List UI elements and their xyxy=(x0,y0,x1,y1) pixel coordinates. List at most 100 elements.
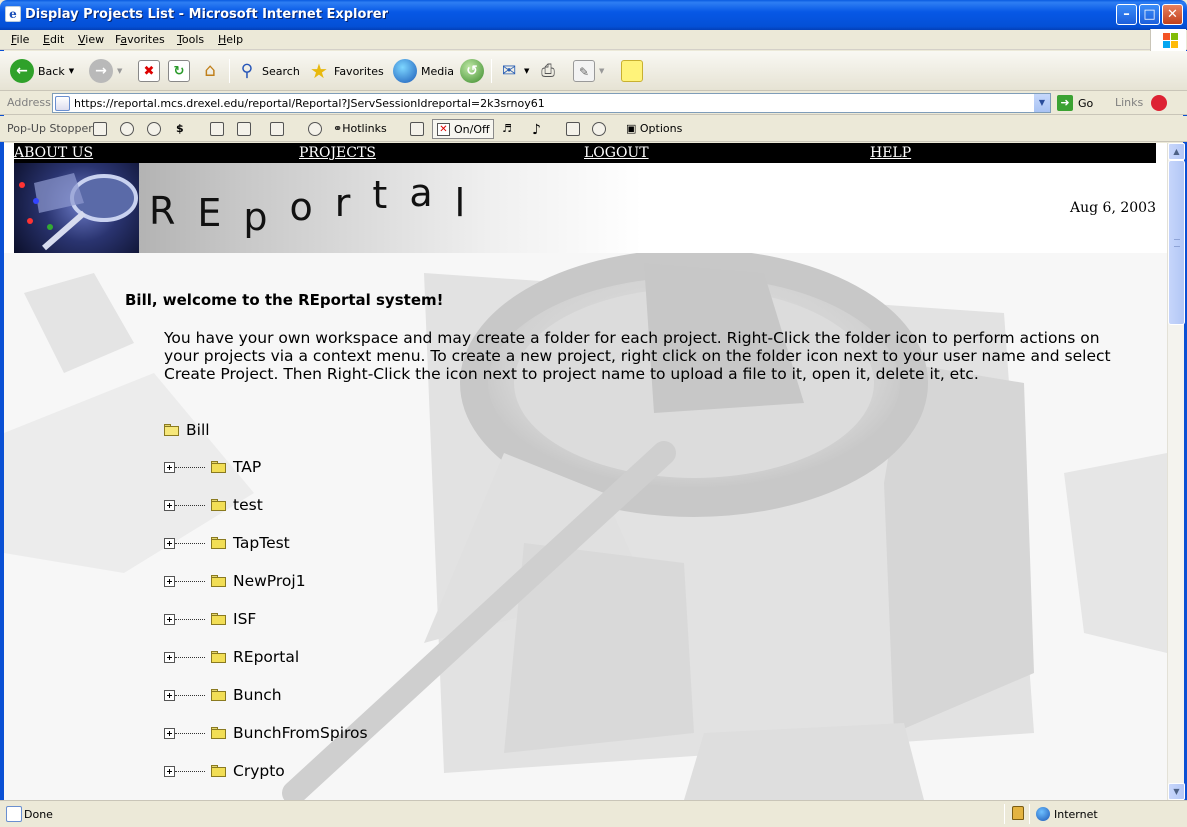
popup-onoff-toggle[interactable]: ✕ On/Off xyxy=(432,119,494,139)
menu-view[interactable]: View xyxy=(78,33,104,46)
nav-projects-link[interactable]: PROJECTS xyxy=(299,145,376,161)
menu-favorites[interactable]: Favorites xyxy=(115,33,165,46)
project-item[interactable]: test xyxy=(164,496,263,514)
back-button[interactable]: ← Back ▼ xyxy=(10,58,74,84)
project-folder-icon[interactable] xyxy=(211,537,226,549)
project-folder-icon[interactable] xyxy=(211,575,226,587)
welcome-heading: Bill, welcome to the REportal system! xyxy=(125,291,444,309)
links-toolbar-icon[interactable] xyxy=(1151,95,1167,111)
scroll-thumb[interactable] xyxy=(1168,160,1185,325)
window-icon[interactable] xyxy=(270,122,284,136)
project-item[interactable]: TapTest xyxy=(164,534,290,552)
nav-logout-link[interactable]: LOGOUT xyxy=(584,145,649,161)
project-folder-icon[interactable] xyxy=(211,461,226,473)
tree-connector xyxy=(175,732,205,734)
smile-icon[interactable] xyxy=(147,122,161,136)
project-folder-icon[interactable] xyxy=(211,689,226,701)
expand-plus-icon[interactable] xyxy=(164,575,175,587)
address-input[interactable]: https://reportal.mcs.drexel.edu/reportal… xyxy=(52,93,1051,113)
refresh-button[interactable]: ↻ xyxy=(168,58,190,84)
nav-help-link[interactable]: HELP xyxy=(870,145,911,161)
project-item[interactable]: NewProj1 xyxy=(164,572,306,590)
edit-dropdown-icon[interactable]: ▼ xyxy=(599,67,604,75)
hotlinks-button[interactable]: ⚭Hotlinks xyxy=(333,122,387,135)
back-dropdown-icon[interactable]: ▼ xyxy=(69,67,74,75)
address-dropdown-icon[interactable]: ▼ xyxy=(1033,94,1050,112)
print-icon: ⎙ xyxy=(541,61,555,81)
nav-about-us-link[interactable]: ABOUT US xyxy=(14,145,93,161)
project-item[interactable]: ISF xyxy=(164,610,256,628)
expand-plus-icon[interactable] xyxy=(164,461,175,473)
scroll-up-arrow-icon[interactable]: ▲ xyxy=(1168,143,1185,160)
edit-button[interactable]: ✎ ▼ xyxy=(573,58,604,84)
forward-dropdown-icon[interactable]: ▼ xyxy=(117,67,122,75)
go-arrow-icon: ➜ xyxy=(1057,95,1073,111)
mail-button[interactable]: ✉ ▼ xyxy=(498,58,530,84)
close-button[interactable]: ✕ xyxy=(1162,4,1183,25)
cart-icon[interactable] xyxy=(210,122,224,136)
project-folder-icon[interactable] xyxy=(211,765,226,777)
expand-plus-icon[interactable] xyxy=(164,651,175,663)
folder-open-icon[interactable] xyxy=(164,424,179,436)
project-folder-icon[interactable] xyxy=(211,727,226,739)
options-button[interactable]: ▣ Options xyxy=(626,122,682,135)
scroll-down-arrow-icon[interactable]: ▼ xyxy=(1168,783,1185,800)
wordmark-letter-p: p xyxy=(243,195,290,239)
menu-edit[interactable]: Edit xyxy=(43,33,64,46)
security-zone-label[interactable]: Internet xyxy=(1054,808,1098,821)
lock-icon[interactable] xyxy=(1012,806,1024,820)
maximize-button[interactable]: □ xyxy=(1139,4,1160,25)
title-bar[interactable]: e Display Projects List - Microsoft Inte… xyxy=(0,0,1187,30)
go-label: Go xyxy=(1078,96,1094,110)
dollar-icon[interactable]: $ xyxy=(176,122,184,135)
film-icon[interactable] xyxy=(566,122,580,136)
address-url[interactable]: https://reportal.mcs.drexel.edu/reportal… xyxy=(74,97,545,110)
menu-tools[interactable]: Tools xyxy=(177,33,204,46)
ie-document-icon[interactable]: e xyxy=(5,6,21,22)
expand-plus-icon[interactable] xyxy=(164,613,175,625)
user-root-folder[interactable]: Bill xyxy=(164,421,210,439)
folder-toolbar-icon[interactable] xyxy=(410,122,424,136)
project-folder-icon[interactable] xyxy=(211,499,226,511)
go-button[interactable]: ➜ Go xyxy=(1057,94,1093,112)
minimize-button[interactable]: – xyxy=(1116,4,1137,25)
note-icon xyxy=(621,60,643,82)
media-globe-icon xyxy=(393,59,417,83)
expand-plus-icon[interactable] xyxy=(164,727,175,739)
favorites-button[interactable]: ★ Favorites xyxy=(308,58,384,84)
project-item[interactable]: Bunch xyxy=(164,686,282,704)
stop-button[interactable]: ✖ xyxy=(138,58,160,84)
project-item[interactable]: REportal xyxy=(164,648,299,666)
messenger-note-button[interactable] xyxy=(621,58,643,84)
internet-zone-globe-icon[interactable] xyxy=(1036,807,1050,821)
links-label[interactable]: Links xyxy=(1115,96,1143,109)
sound-icon[interactable]: ♬ xyxy=(502,122,512,135)
expand-plus-icon[interactable] xyxy=(164,689,175,701)
project-folder-icon[interactable] xyxy=(211,613,226,625)
project-name: TapTest xyxy=(233,534,290,552)
expand-plus-icon[interactable] xyxy=(164,499,175,511)
project-item[interactable]: TAP xyxy=(164,458,261,476)
project-item[interactable]: Crypto xyxy=(164,762,285,780)
ball-icon[interactable] xyxy=(120,122,134,136)
bag-icon[interactable] xyxy=(237,122,251,136)
project-folder-icon[interactable] xyxy=(211,651,226,663)
mail-dropdown-icon[interactable]: ▼ xyxy=(524,67,529,75)
home-button[interactable]: ⌂ xyxy=(199,58,221,84)
search-button[interactable]: ⚲ Search xyxy=(236,58,300,84)
grid-icon[interactable] xyxy=(93,122,107,136)
media-button[interactable]: Media xyxy=(393,58,454,84)
print-button[interactable]: ⎙ xyxy=(537,58,559,84)
menu-help[interactable]: Help xyxy=(218,33,243,46)
expand-plus-icon[interactable] xyxy=(164,765,175,777)
vertical-scrollbar[interactable]: ▲ ▼ xyxy=(1167,143,1185,800)
tree-connector xyxy=(175,656,205,658)
palette-icon[interactable] xyxy=(592,122,606,136)
history-button[interactable]: ↺ xyxy=(460,58,484,84)
expand-plus-icon[interactable] xyxy=(164,537,175,549)
menu-file[interactable]: File xyxy=(11,33,29,46)
chain-icon[interactable] xyxy=(308,122,322,136)
forward-button[interactable]: → ▼ xyxy=(89,58,122,84)
music-note-icon[interactable]: ♪ xyxy=(532,122,541,138)
project-item[interactable]: BunchFromSpiros xyxy=(164,724,368,742)
